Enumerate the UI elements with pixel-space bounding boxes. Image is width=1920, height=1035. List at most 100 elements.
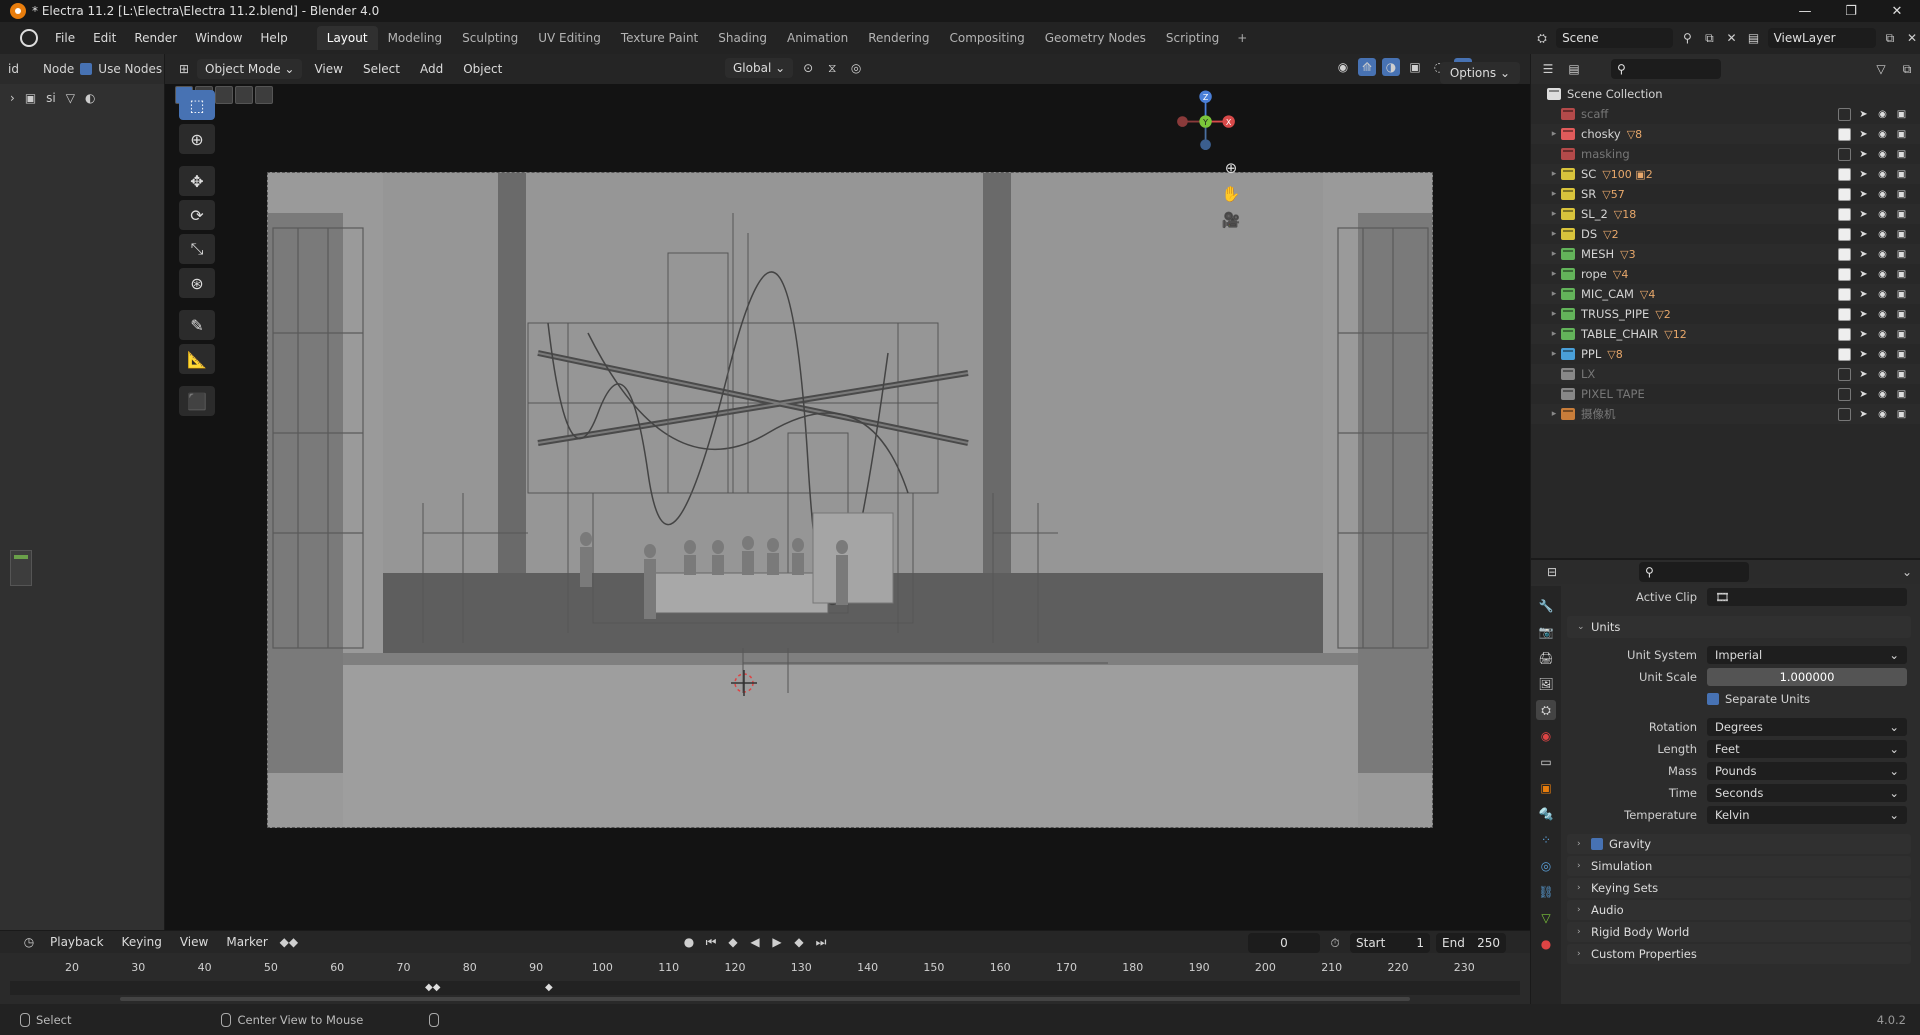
scale-tool-icon[interactable]: ⤡ [179, 234, 215, 264]
eye-icon[interactable]: ◉ [1876, 168, 1889, 181]
keyframe-nav-icon[interactable]: ◆◆ [280, 933, 298, 951]
tab-scripting[interactable]: Scripting [1156, 26, 1229, 50]
exclude-checkbox[interactable] [1838, 227, 1851, 241]
tab-modeling[interactable]: Modeling [378, 26, 453, 50]
exclude-checkbox[interactable] [1838, 407, 1851, 421]
xray-icon[interactable]: ▣ [1406, 58, 1424, 76]
pin-icon[interactable]: ⚲ [1679, 29, 1695, 47]
separate-units-checkbox[interactable] [1707, 693, 1719, 705]
menu-keying[interactable]: Keying [116, 935, 168, 949]
eye-icon[interactable]: ◉ [1876, 248, 1889, 261]
material-tab-icon[interactable]: ● [1536, 934, 1556, 954]
unit-setting-dropdown[interactable]: Seconds ⌄ [1707, 784, 1907, 802]
expand-arrow-icon[interactable]: ▸ [1547, 349, 1561, 359]
jump-end-icon[interactable]: ⏭ [812, 933, 830, 951]
header-node[interactable]: Node [43, 62, 74, 76]
eye-icon[interactable]: ◉ [1876, 208, 1889, 221]
end-frame-field[interactable]: End 250 [1436, 933, 1506, 953]
menu-file[interactable]: File [46, 31, 84, 45]
expand-arrow-icon[interactable]: ▸ [1547, 129, 1561, 139]
camera-render-icon[interactable]: ▣ [1895, 268, 1908, 281]
eye-icon[interactable]: ◉ [1876, 368, 1889, 381]
keyframe-icon[interactable]: ◆ [545, 982, 553, 993]
world-tab-icon[interactable]: ◉ [1536, 726, 1556, 746]
blender-menu-icon[interactable] [20, 29, 38, 47]
start-frame-field[interactable]: Start 1 [1350, 933, 1430, 953]
scene-icon[interactable]: ⛭ [1534, 29, 1550, 47]
output-tab-icon[interactable]: 🖨 [1536, 648, 1556, 668]
eye-icon[interactable]: ◉ [1876, 308, 1889, 321]
new-scene-icon[interactable]: ⧉ [1701, 29, 1717, 47]
pan-hand-icon[interactable]: ✋ [1219, 182, 1243, 206]
prev-keyframe-icon[interactable]: ◆ [724, 933, 742, 951]
expand-icon[interactable]: › [10, 91, 15, 105]
next-keyframe-icon[interactable]: ◆ [790, 933, 808, 951]
tab-texture-paint[interactable]: Texture Paint [611, 26, 708, 50]
eye-icon[interactable]: ◉ [1876, 148, 1889, 161]
exclude-checkbox[interactable] [1838, 167, 1851, 181]
timeline-editor-icon[interactable]: ◷ [20, 933, 38, 951]
camera-render-icon[interactable]: ▣ [1895, 248, 1908, 261]
record-icon[interactable]: ● [680, 933, 698, 951]
editor-type-icon[interactable]: ⊞ [175, 60, 193, 78]
select-arrow-icon[interactable]: ➤ [1857, 228, 1870, 241]
current-frame-field[interactable]: 0 [1248, 933, 1320, 953]
menu-window[interactable]: Window [186, 31, 251, 45]
maximize-icon[interactable]: ❐ [1828, 0, 1874, 22]
world-icon[interactable]: ◐ [85, 91, 95, 105]
select-invert-icon[interactable] [235, 86, 253, 104]
unit-setting-dropdown[interactable]: Feet ⌄ [1707, 740, 1907, 758]
proportional-icon[interactable]: ◎ [847, 59, 865, 77]
tab-animation[interactable]: Animation [777, 26, 858, 50]
exclude-checkbox[interactable] [1838, 387, 1851, 401]
render-tab-icon[interactable]: 📷 [1536, 622, 1556, 642]
expand-arrow-icon[interactable]: ▸ [1547, 249, 1561, 259]
timeline-track[interactable]: ◆◆ ◆ [10, 981, 1520, 995]
outliner-row[interactable]: ▸ DS ▽2 ➤ ◉ ▣ [1531, 224, 1920, 244]
overlay-toggle-icon[interactable]: ◑ [1382, 58, 1400, 76]
select-arrow-icon[interactable]: ➤ [1857, 308, 1870, 321]
outliner-row[interactable]: ▸ rope ▽4 ➤ ◉ ▣ [1531, 264, 1920, 284]
exclude-checkbox[interactable] [1838, 187, 1851, 201]
active-clip-field[interactable]: 🎞 [1707, 588, 1907, 606]
3d-viewport[interactable]: ⊞ Object Mode ⌄ View Select Add Object G… [165, 54, 1530, 930]
exclude-checkbox[interactable] [1838, 247, 1851, 261]
modifier-tab-icon[interactable]: 🔩 [1536, 804, 1556, 824]
select-arrow-icon[interactable]: ➤ [1857, 208, 1870, 221]
camera-render-icon[interactable]: ▣ [1895, 408, 1908, 421]
tab-uv-editing[interactable]: UV Editing [528, 26, 611, 50]
tab-compositing[interactable]: Compositing [939, 26, 1034, 50]
outliner-row[interactable]: ▸ SC ▽100 ▣2 ➤ ◉ ▣ [1531, 164, 1920, 184]
tab-shading[interactable]: Shading [708, 26, 777, 50]
outliner-row[interactable]: ▸ TRUSS_PIPE ▽2 ➤ ◉ ▣ [1531, 304, 1920, 324]
outliner-row[interactable]: masking ➤ ◉ ▣ [1531, 144, 1920, 164]
tool-tab-icon[interactable]: 🔧 [1536, 596, 1556, 616]
menu-marker[interactable]: Marker [220, 935, 273, 949]
tab-geometry-nodes[interactable]: Geometry Nodes [1035, 26, 1156, 50]
unit-setting-dropdown[interactable]: Pounds ⌄ [1707, 762, 1907, 780]
camera-render-icon[interactable]: ▣ [1895, 308, 1908, 321]
camera-render-icon[interactable]: ▣ [1895, 348, 1908, 361]
menu-timeline-view[interactable]: View [174, 935, 214, 949]
unit-setting-dropdown[interactable]: Kelvin ⌄ [1707, 806, 1907, 824]
menu-playback[interactable]: Playback [44, 935, 110, 949]
cursor-tool-icon[interactable]: ⊕ [179, 124, 215, 154]
outliner-row[interactable]: ▸ TABLE_CHAIR ▽12 ➤ ◉ ▣ [1531, 324, 1920, 344]
eye-icon[interactable]: ◉ [1876, 348, 1889, 361]
new-view-layer-icon[interactable]: ⧉ [1882, 29, 1898, 47]
exclude-checkbox[interactable] [1838, 307, 1851, 321]
new-collection-icon[interactable]: ⧉ [1898, 60, 1916, 78]
camera-render-icon[interactable]: ▣ [1895, 188, 1908, 201]
units-panel-header[interactable]: ⌄ Units [1567, 616, 1911, 638]
play-reverse-icon[interactable]: ◀ [746, 933, 764, 951]
timeline-scrollbar[interactable] [120, 997, 1410, 1001]
camera-render-icon[interactable]: ▣ [1895, 328, 1908, 341]
properties-options-icon[interactable]: ⌄ [1898, 563, 1916, 581]
outliner-search-input[interactable]: ⚲ [1611, 59, 1721, 79]
camera-view-frame[interactable] [267, 172, 1433, 828]
camera-view-icon[interactable]: 🎥 [1219, 208, 1243, 232]
add-workspace-icon[interactable]: + [1229, 31, 1255, 45]
pivot-icon[interactable]: ⊙ [799, 59, 817, 77]
unit-setting-dropdown[interactable]: Degrees ⌄ [1707, 718, 1907, 736]
select-arrow-icon[interactable]: ➤ [1857, 348, 1870, 361]
